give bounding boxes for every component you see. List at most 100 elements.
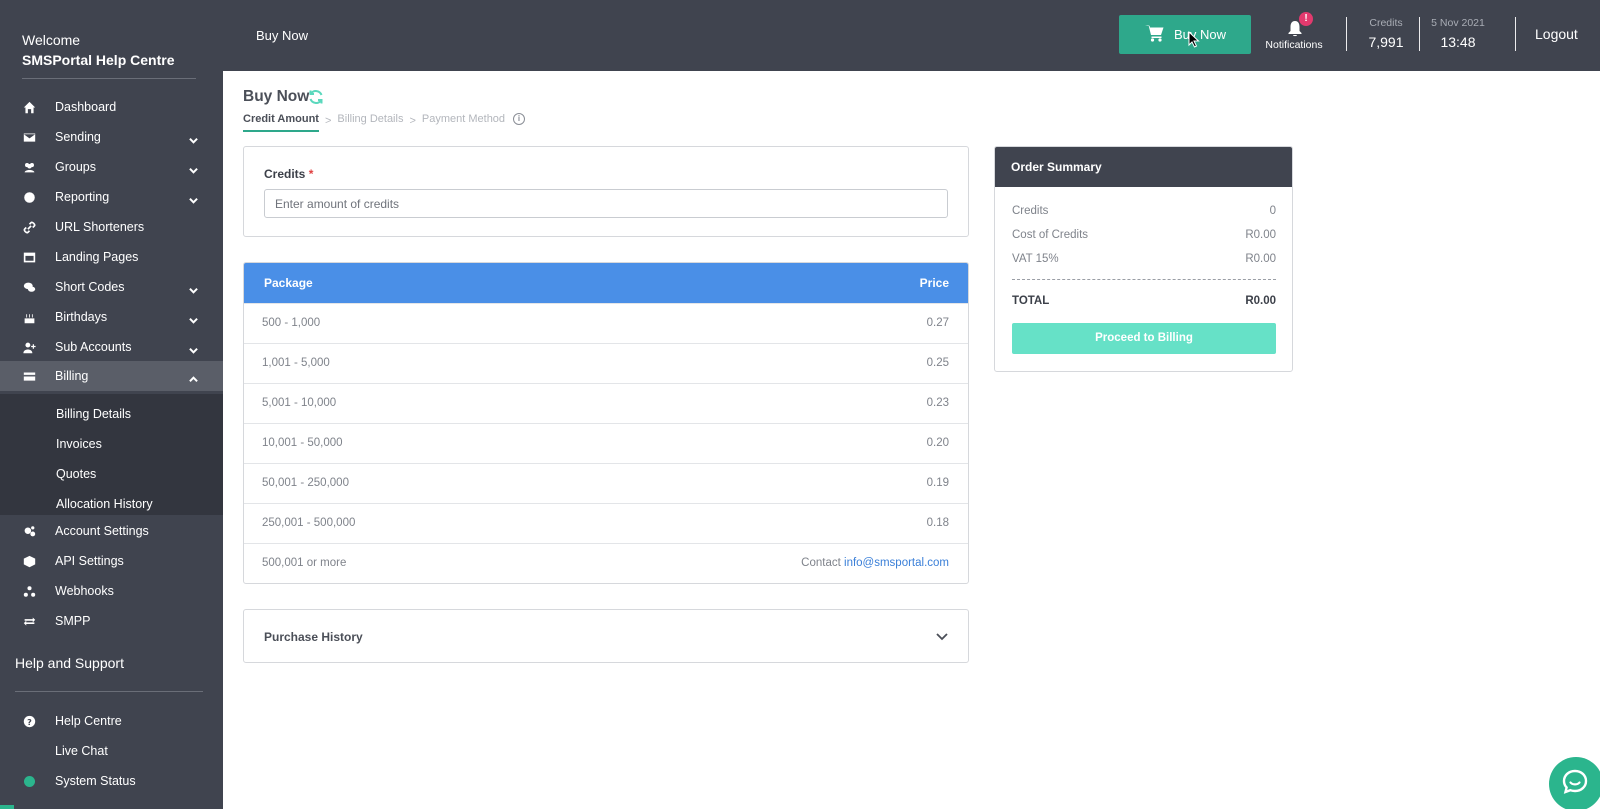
sidebar-bottom-accent bbox=[0, 805, 14, 809]
sidebar-item-sending[interactable]: Sending bbox=[0, 122, 223, 152]
sidebar-item-url-shorteners[interactable]: URL Shorteners bbox=[0, 212, 223, 242]
sidebar-item-landing-pages[interactable]: Landing Pages bbox=[0, 242, 223, 272]
package-price: 0.20 bbox=[926, 437, 949, 449]
package-price: 0.19 bbox=[926, 477, 949, 489]
help-divider bbox=[15, 691, 203, 692]
package-table: Package Price 500 - 1,000 0.27 1,001 - 5… bbox=[243, 262, 969, 584]
credits-balance: Credits 7,991 bbox=[1349, 17, 1423, 50]
sidebar-item-short-codes[interactable]: Short Codes bbox=[0, 272, 223, 302]
order-summary-title: Order Summary bbox=[995, 147, 1292, 187]
breadcrumb-separator: > bbox=[409, 115, 416, 127]
sidebar-item-live-chat[interactable]: Live Chat bbox=[0, 736, 223, 766]
topbar-divider bbox=[1346, 17, 1347, 51]
chevron-down-icon bbox=[189, 313, 198, 324]
sidebar-item-label: System Status bbox=[55, 774, 136, 788]
chart-pie-icon bbox=[22, 190, 36, 204]
submenu-item-quotes[interactable]: Quotes bbox=[56, 467, 96, 481]
proceed-to-billing-button[interactable]: Proceed to Billing bbox=[1012, 323, 1276, 354]
order-vat-value: R0.00 bbox=[1245, 253, 1276, 265]
chevron-down-icon bbox=[189, 193, 198, 204]
notification-badge: ! bbox=[1299, 12, 1313, 26]
info-icon[interactable]: i bbox=[513, 113, 526, 125]
table-row: 500 - 1,000 0.27 bbox=[244, 303, 968, 343]
contact-email-link[interactable]: info@smsportal.com bbox=[844, 557, 949, 569]
cogs-icon bbox=[22, 524, 36, 538]
credit-card-icon bbox=[22, 369, 36, 383]
submenu-item-billing-details[interactable]: Billing Details bbox=[56, 407, 131, 421]
table-row: 500,001 or more Contact info@smsportal.c… bbox=[244, 543, 968, 583]
link-icon bbox=[22, 220, 36, 234]
credits-balance-label: Credits bbox=[1369, 17, 1403, 29]
order-credits-label: Credits bbox=[1012, 205, 1049, 217]
webhook-icon bbox=[22, 584, 36, 598]
chevron-down-icon bbox=[189, 343, 198, 354]
sidebar-item-birthdays[interactable]: Birthdays bbox=[0, 302, 223, 332]
topbar-divider bbox=[1515, 17, 1516, 51]
svg-text:?: ? bbox=[27, 716, 32, 726]
chevron-down-icon bbox=[936, 630, 948, 645]
table-row: 50,001 - 250,000 0.19 bbox=[244, 463, 968, 503]
sidebar-item-label: Webhooks bbox=[55, 584, 114, 598]
top-bar: Buy Now Buy Now ! Notifications Credits … bbox=[223, 0, 1600, 71]
breadcrumb-billing-details[interactable]: Billing Details bbox=[337, 113, 403, 129]
table-header: Package Price bbox=[244, 263, 968, 303]
order-credits-value: 0 bbox=[1269, 205, 1276, 217]
sidebar-item-api-settings[interactable]: API Settings bbox=[0, 546, 223, 576]
package-price: 0.18 bbox=[926, 517, 949, 529]
order-total-label: TOTAL bbox=[1012, 295, 1050, 307]
package-price: 0.25 bbox=[926, 357, 949, 369]
breadcrumb-payment-method[interactable]: Payment Method bbox=[422, 113, 505, 129]
sidebar-item-reporting[interactable]: Reporting bbox=[0, 182, 223, 212]
date-time: 5 Nov 2021 13:48 bbox=[1423, 17, 1493, 50]
sidebar-item-dashboard[interactable]: Dashboard bbox=[0, 92, 223, 122]
table-row: 10,001 - 50,000 0.20 bbox=[244, 423, 968, 463]
mouse-cursor-icon bbox=[1188, 30, 1200, 51]
exchange-icon bbox=[22, 614, 36, 628]
order-cost-label: Cost of Credits bbox=[1012, 229, 1089, 241]
sidebar-item-groups[interactable]: Groups bbox=[0, 152, 223, 182]
order-total-value: R0.00 bbox=[1245, 295, 1276, 307]
topbar-divider bbox=[1419, 17, 1420, 51]
table-row: 250,001 - 500,000 0.18 bbox=[244, 503, 968, 543]
comments-icon bbox=[22, 280, 36, 294]
submenu-item-allocation-history[interactable]: Allocation History bbox=[56, 497, 153, 511]
logout-button[interactable]: Logout bbox=[1535, 26, 1578, 42]
sidebar-item-label: Landing Pages bbox=[55, 250, 139, 264]
sidebar-item-help-centre[interactable]: ? Help Centre bbox=[0, 706, 223, 736]
window-icon bbox=[22, 250, 36, 264]
chat-widget-button[interactable] bbox=[1549, 757, 1600, 809]
breadcrumb-credit-amount[interactable]: Credit Amount bbox=[243, 113, 319, 132]
package-range: 250,001 - 500,000 bbox=[262, 517, 356, 529]
package-range: 500 - 1,000 bbox=[262, 317, 321, 329]
page-title: Buy Now bbox=[243, 88, 310, 105]
package-range: 500,001 or more bbox=[262, 557, 347, 569]
purchase-history-accordion[interactable]: Purchase History bbox=[243, 609, 969, 663]
table-row: 1,001 - 5,000 0.25 bbox=[244, 343, 968, 383]
buy-now-button[interactable]: Buy Now bbox=[1119, 15, 1251, 54]
sidebar-item-sub-accounts[interactable]: Sub Accounts bbox=[0, 332, 223, 362]
current-date: 5 Nov 2021 bbox=[1431, 17, 1485, 29]
credits-input[interactable] bbox=[264, 189, 948, 218]
column-header-price: Price bbox=[919, 276, 949, 290]
sidebar-item-label: Short Codes bbox=[55, 280, 125, 294]
sidebar: Welcome SMSPortal Help Centre Dashboard … bbox=[0, 0, 223, 809]
sidebar-item-system-status[interactable]: System Status bbox=[0, 766, 223, 796]
order-cost-value: R0.00 bbox=[1245, 229, 1276, 241]
welcome-text: Welcome bbox=[22, 32, 81, 48]
buy-now-button-label: Buy Now bbox=[1174, 27, 1227, 42]
sidebar-item-label: Billing bbox=[55, 369, 89, 383]
notifications-button[interactable]: ! Notifications bbox=[1263, 12, 1325, 54]
sidebar-item-smpp[interactable]: SMPP bbox=[0, 606, 223, 636]
submenu-item-invoices[interactable]: Invoices bbox=[56, 437, 102, 451]
sidebar-item-billing[interactable]: Billing bbox=[0, 361, 223, 391]
question-circle-icon: ? bbox=[22, 714, 36, 728]
sidebar-item-account-settings[interactable]: Account Settings bbox=[0, 516, 223, 546]
credits-label-text: Credits bbox=[264, 167, 306, 181]
home-icon bbox=[22, 100, 36, 114]
contact-cell: Contact info@smsportal.com bbox=[801, 557, 949, 569]
cart-icon bbox=[1145, 24, 1165, 45]
chevron-down-icon bbox=[189, 133, 198, 144]
order-credits-row: Credits 0 bbox=[1012, 205, 1276, 217]
sidebar-item-webhooks[interactable]: Webhooks bbox=[0, 576, 223, 606]
refresh-icon[interactable] bbox=[308, 89, 324, 108]
